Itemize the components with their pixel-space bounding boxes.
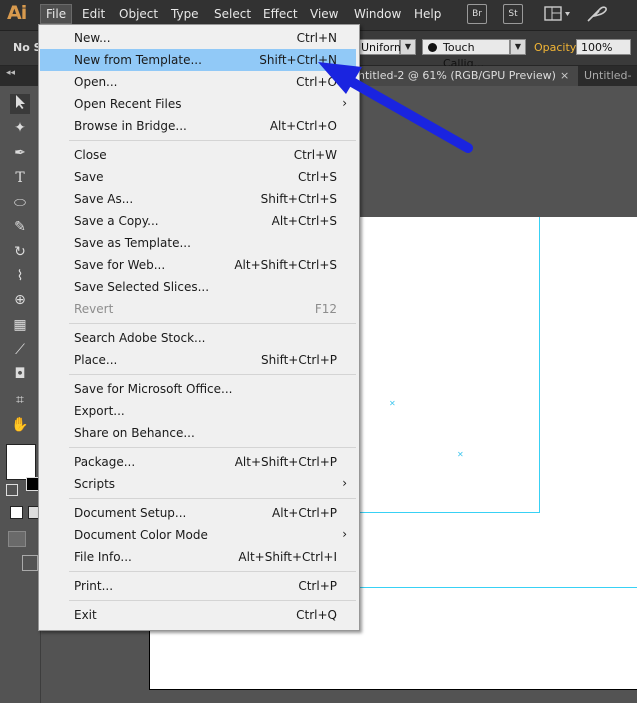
arrow-pointer-icon xyxy=(318,62,473,153)
